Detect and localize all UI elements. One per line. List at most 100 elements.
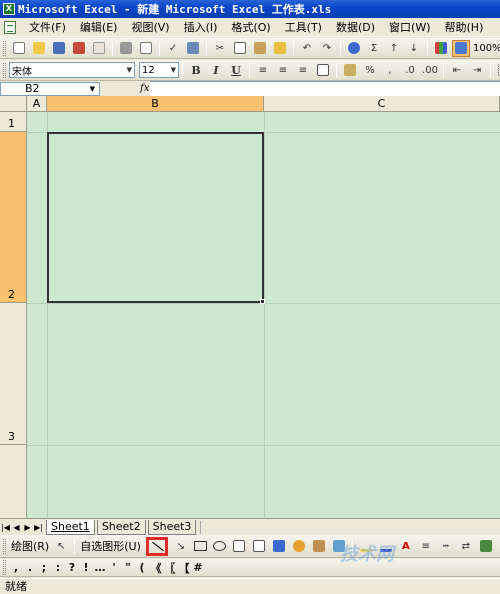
hyperlink-icon[interactable] — [345, 40, 363, 57]
zoom-select[interactable]: 100% — [473, 43, 500, 54]
increase-decimal-icon[interactable]: .0 — [401, 62, 419, 79]
symbol-white-bracket[interactable]: 〖 — [163, 560, 177, 576]
currency-icon[interactable] — [341, 62, 359, 79]
draw-menu[interactable]: 绘图(R) — [9, 538, 51, 554]
symbol-single-quote[interactable]: ' — [107, 561, 121, 574]
row-header-3[interactable]: 3 — [0, 303, 27, 445]
paste-icon[interactable] — [251, 40, 269, 57]
undo-icon[interactable]: ↶ — [298, 40, 316, 57]
chart-wizard-icon[interactable] — [432, 40, 450, 57]
research-icon[interactable] — [184, 40, 202, 57]
align-left-icon[interactable]: ≡ — [254, 62, 272, 79]
underline-button[interactable]: U — [227, 62, 245, 79]
column-header-c[interactable]: C — [264, 96, 500, 112]
save-icon[interactable] — [50, 40, 68, 57]
merge-center-icon[interactable] — [314, 62, 332, 79]
menu-edit[interactable]: 编辑(E) — [73, 19, 125, 35]
print-preview-icon[interactable] — [137, 40, 155, 57]
email-icon[interactable] — [90, 40, 108, 57]
autosum-icon[interactable]: Σ — [365, 40, 383, 57]
last-sheet-icon[interactable]: ▶| — [33, 523, 44, 532]
italic-button[interactable]: I — [207, 62, 225, 79]
menu-window[interactable]: 窗口(W) — [382, 19, 437, 35]
autoshapes-menu[interactable]: 自选图形(U) — [78, 538, 143, 554]
toolbar-grip[interactable] — [3, 62, 6, 78]
cut-icon[interactable]: ✂ — [211, 40, 229, 57]
symbol-semicolon[interactable]: ; — [37, 561, 51, 574]
symbol-hash[interactable]: # — [191, 561, 205, 574]
menu-help[interactable]: 帮助(H) — [438, 19, 491, 35]
permission-icon[interactable] — [70, 40, 88, 57]
row-header-1[interactable]: 1 — [0, 112, 27, 132]
new-icon[interactable] — [10, 40, 28, 57]
horizontal-scrollbar[interactable] — [200, 521, 500, 534]
comma-style-icon[interactable]: , — [381, 62, 399, 79]
align-center-icon[interactable]: ≡ — [274, 62, 292, 79]
textbox-icon[interactable] — [230, 538, 248, 555]
diagram-icon[interactable] — [290, 538, 308, 555]
print-icon[interactable] — [117, 40, 135, 57]
selected-cell-b2[interactable] — [47, 132, 264, 303]
toolbar-grip[interactable] — [3, 538, 6, 554]
symbol-paren[interactable]: ( — [135, 561, 149, 574]
vertical-textbox-icon[interactable] — [250, 538, 268, 555]
menu-data[interactable]: 数据(D) — [329, 19, 382, 35]
rectangle-icon[interactable] — [193, 541, 207, 551]
tab-sheet1[interactable]: Sheet1 — [46, 519, 95, 535]
tab-sheet3[interactable]: Sheet3 — [147, 519, 197, 535]
menu-insert[interactable]: 插入(I) — [177, 19, 225, 35]
symbol-colon[interactable]: : — [51, 561, 65, 574]
align-right-icon[interactable]: ≡ — [294, 62, 312, 79]
menu-tools[interactable]: 工具(T) — [278, 19, 329, 35]
select-objects-icon[interactable]: ↖ — [52, 538, 70, 555]
decrease-indent-icon[interactable]: ⇤ — [448, 62, 466, 79]
font-select[interactable]: 宋体 ▼ — [9, 62, 135, 78]
column-header-b[interactable]: B — [47, 96, 264, 112]
sort-descending-icon[interactable]: ↓ — [405, 40, 423, 57]
percent-button[interactable]: % — [361, 62, 379, 79]
symbol-period[interactable]: . — [23, 561, 37, 574]
font-size-select[interactable]: 12 ▼ — [139, 62, 179, 78]
fill-handle[interactable] — [260, 299, 265, 304]
symbol-book-title[interactable]: 《 — [149, 560, 163, 576]
symbol-exclamation[interactable]: ! — [79, 561, 93, 574]
next-sheet-icon[interactable]: ▶ — [22, 523, 33, 532]
menu-format[interactable]: 格式(O) — [224, 19, 277, 35]
toolbar-grip[interactable] — [3, 560, 6, 575]
tab-sheet2[interactable]: Sheet2 — [96, 519, 146, 535]
format-painter-icon[interactable] — [271, 40, 289, 57]
oval-icon[interactable] — [212, 541, 226, 551]
first-sheet-icon[interactable]: |◀ — [0, 523, 11, 532]
spelling-icon[interactable]: ✓ — [164, 40, 182, 57]
insert-function-icon[interactable]: fx — [140, 83, 149, 94]
menu-file[interactable]: 文件(F) — [22, 19, 73, 35]
column-header-a[interactable]: A — [27, 96, 47, 112]
wordart-icon[interactable] — [270, 538, 288, 555]
menu-view[interactable]: 视图(V) — [124, 19, 176, 35]
toolbar-grip[interactable] — [3, 40, 6, 56]
redo-icon[interactable]: ↷ — [318, 40, 336, 57]
row-header-4[interactable] — [0, 445, 27, 518]
increase-indent-icon[interactable]: ⇥ — [468, 62, 486, 79]
clipart-icon[interactable] — [310, 538, 328, 555]
line-icon[interactable] — [145, 536, 168, 556]
drawing-toggle-icon[interactable] — [452, 39, 470, 57]
prev-sheet-icon[interactable]: ◀ — [11, 523, 22, 532]
symbol-comma[interactable]: , — [9, 561, 23, 574]
select-all-corner[interactable] — [0, 96, 27, 112]
sort-ascending-icon[interactable]: ↑ — [385, 40, 403, 57]
borders-icon[interactable] — [495, 62, 500, 79]
symbol-question[interactable]: ? — [65, 561, 79, 574]
copy-icon[interactable] — [231, 40, 249, 57]
formula-input[interactable] — [150, 81, 500, 96]
arrow-icon[interactable]: ↘ — [172, 538, 190, 555]
name-box[interactable]: B2 ▼ — [0, 81, 100, 96]
worksheet-grid[interactable]: A B C 1 2 3 — [0, 96, 500, 518]
open-icon[interactable] — [30, 40, 48, 57]
decrease-decimal-icon[interactable]: .00 — [421, 62, 439, 79]
symbol-black-bracket[interactable]: 【 — [177, 560, 191, 576]
row-header-2[interactable]: 2 — [0, 132, 27, 303]
symbol-double-quote[interactable]: " — [121, 561, 135, 574]
workbook-icon[interactable] — [4, 20, 16, 34]
symbol-ellipsis[interactable]: … — [93, 561, 107, 574]
